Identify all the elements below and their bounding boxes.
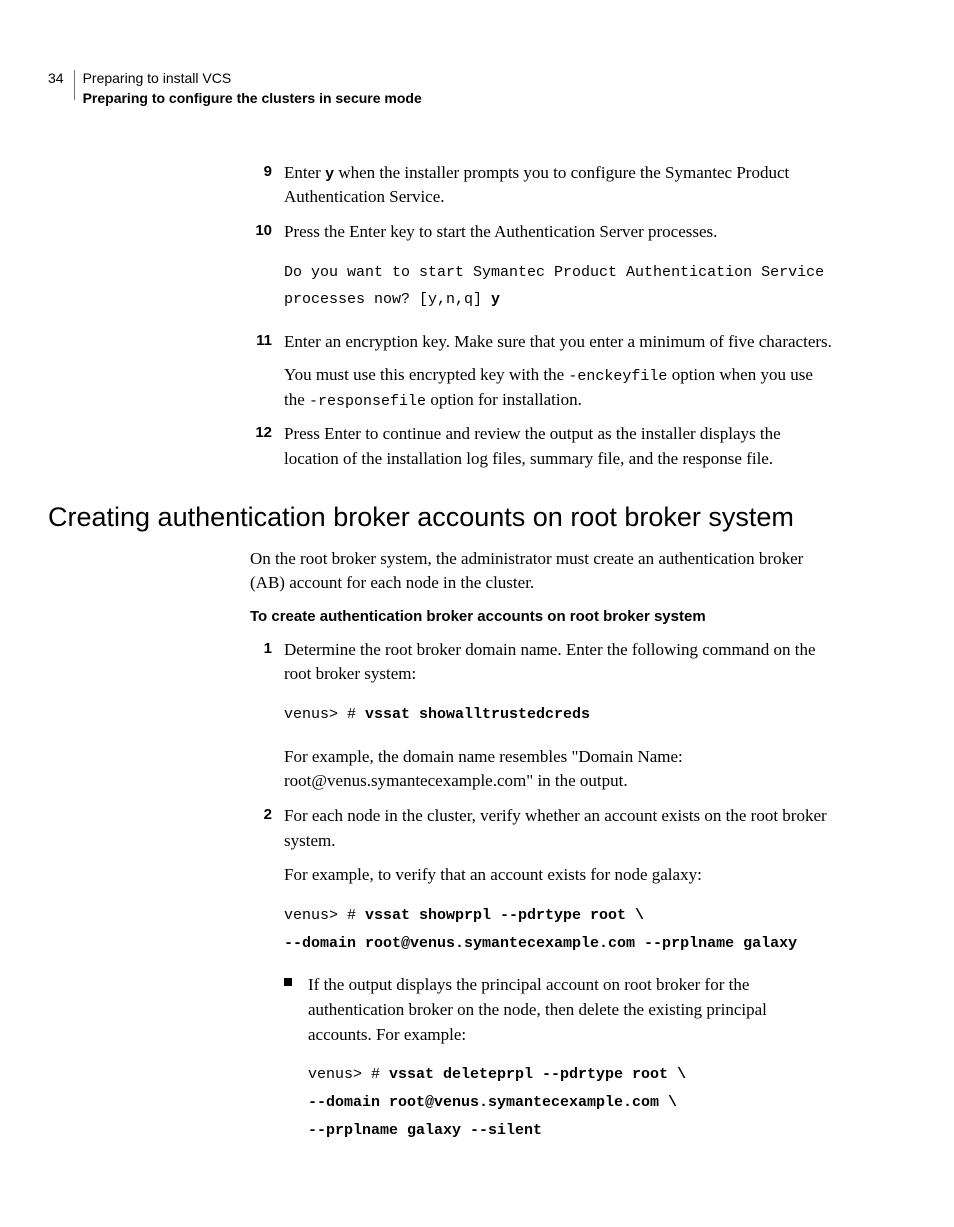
step-text: You must use this encrypted key with the… [284, 363, 834, 413]
step-11: 11 Enter an encryption key. Make sure th… [250, 330, 834, 412]
code-block: venus> # vssat deleteprpl --pdrtype root… [308, 1061, 834, 1144]
square-bullet-icon [284, 978, 292, 986]
step-text: Enter y when the installer prompts you t… [284, 161, 834, 210]
step-text: Press the Enter key to start the Authent… [284, 220, 834, 245]
step-number: 9 [250, 161, 272, 183]
step-9: 9 Enter y when the installer prompts you… [250, 161, 834, 210]
step-2: 2 For each node in the cluster, verify w… [250, 804, 834, 1145]
sub-bullet: If the output displays the principal acc… [284, 973, 834, 1144]
header-section: Preparing to configure the clusters in s… [83, 88, 422, 108]
procedure-title: To create authentication broker accounts… [250, 606, 834, 628]
section-heading: Creating authentication broker accounts … [48, 498, 834, 537]
header-divider [74, 70, 75, 100]
page-header: 34 Preparing to install VCS Preparing to… [48, 68, 834, 109]
step-12: 12 Press Enter to continue and review th… [250, 422, 834, 471]
step-number: 1 [250, 638, 272, 660]
step-number: 12 [250, 422, 272, 444]
step-10: 10 Press the Enter key to start the Auth… [250, 220, 834, 314]
page-number: 34 [48, 68, 64, 88]
step-number: 2 [250, 804, 272, 826]
code-block: venus> # vssat showprpl --pdrtype root \… [284, 902, 834, 958]
step-text: For example, to verify that an account e… [284, 863, 834, 888]
header-chapter: Preparing to install VCS [83, 68, 422, 88]
step-text: Determine the root broker domain name. E… [284, 638, 834, 687]
code-block: Do you want to start Symantec Product Au… [284, 259, 834, 315]
bullet-text: If the output displays the principal acc… [308, 973, 834, 1047]
section-intro: On the root broker system, the administr… [250, 547, 834, 596]
code-block: venus> # vssat showalltrustedcreds [284, 701, 834, 729]
step-1: 1 Determine the root broker domain name.… [250, 638, 834, 794]
step-number: 10 [250, 220, 272, 242]
step-text: Press Enter to continue and review the o… [284, 422, 834, 471]
step-number: 11 [250, 330, 272, 352]
step-text: Enter an encryption key. Make sure that … [284, 330, 834, 355]
step-text: For example, the domain name resembles "… [284, 745, 834, 794]
step-text: For each node in the cluster, verify whe… [284, 804, 834, 853]
